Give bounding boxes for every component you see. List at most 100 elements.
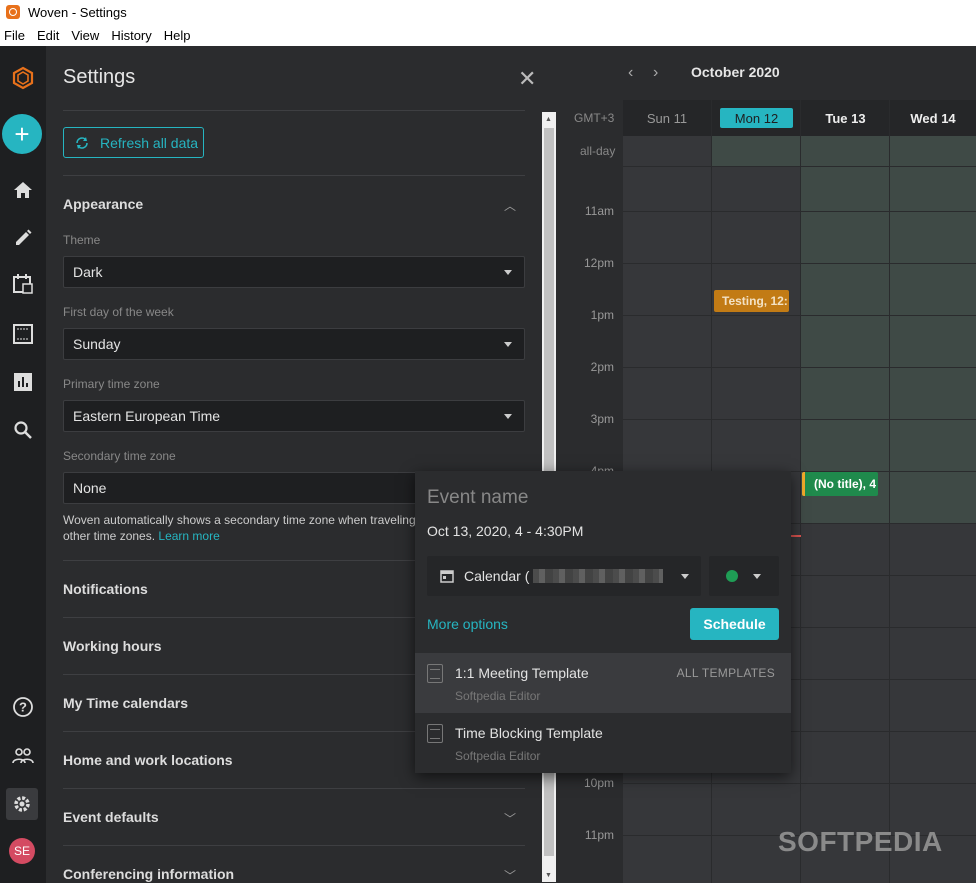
color-select[interactable] xyxy=(709,556,779,596)
conferencing-section[interactable]: Conferencing information xyxy=(63,866,234,882)
learn-more-link[interactable]: Learn more xyxy=(158,529,219,543)
pencil-icon[interactable] xyxy=(0,222,46,254)
quick-event-popup: Event name Oct 13, 2020, 4 - 4:30PM Cale… xyxy=(415,471,791,773)
help-text-line1: Woven automatically shows a secondary ti… xyxy=(63,513,416,527)
time-label: 11am xyxy=(584,204,614,218)
scroll-down-icon[interactable]: ▼ xyxy=(545,872,552,879)
secondary-tz-label: Secondary time zone xyxy=(63,449,176,463)
avatar[interactable]: SE xyxy=(9,838,35,864)
calendar-select-label: Calendar ( xyxy=(464,568,530,584)
allday-cell[interactable] xyxy=(712,136,800,166)
time-label: 11pm xyxy=(584,828,614,842)
gear-icon[interactable] xyxy=(6,788,38,820)
divider xyxy=(63,845,525,846)
notifications-section[interactable]: Notifications xyxy=(63,581,148,597)
primary-tz-value: Eastern European Time xyxy=(73,408,221,424)
template-item[interactable]: 1:1 Meeting Template Softpedia Editor AL… xyxy=(415,653,791,713)
gridline xyxy=(889,100,890,883)
calendar-icon xyxy=(440,570,454,583)
time-label: 1pm xyxy=(590,308,614,322)
menu-bar: File Edit View History Help xyxy=(0,24,976,46)
first-day-label: First day of the week xyxy=(63,305,174,319)
divider xyxy=(63,788,525,789)
home-icon[interactable] xyxy=(0,174,46,206)
help-icon[interactable]: ? xyxy=(0,691,46,723)
event-date[interactable]: Oct 13, 2020, 4 - 4:30PM xyxy=(427,523,583,539)
next-week-icon[interactable]: › xyxy=(653,64,658,82)
day-header-sun[interactable]: Sun 11 xyxy=(634,108,700,128)
gridline xyxy=(800,100,801,883)
theme-select[interactable]: Dark xyxy=(63,256,525,288)
analytics-icon[interactable] xyxy=(0,366,46,398)
theme-label: Theme xyxy=(63,233,101,247)
caret-down-icon xyxy=(504,414,512,419)
day-num: 13 xyxy=(851,110,866,126)
home-work-locations-section[interactable]: Home and work locations xyxy=(63,752,233,768)
add-icon[interactable]: + xyxy=(2,114,42,154)
template-icon[interactable] xyxy=(0,318,46,350)
caret-down-icon xyxy=(504,270,512,275)
svg-text:?: ? xyxy=(19,700,27,715)
time-label: 3pm xyxy=(590,412,614,426)
working-hours-section[interactable]: Working hours xyxy=(63,638,162,654)
refresh-all-data-button[interactable]: Refresh all data xyxy=(63,127,204,158)
template-title: Time Blocking Template xyxy=(455,725,603,741)
title-bar: Woven - Settings xyxy=(0,0,976,24)
day-column xyxy=(712,166,800,523)
primary-tz-select[interactable]: Eastern European Time xyxy=(63,400,525,432)
template-item[interactable]: Time Blocking Template Softpedia Editor xyxy=(415,713,791,773)
redacted-calendar-name xyxy=(533,569,664,583)
event-name-input[interactable]: Event name xyxy=(427,487,528,509)
secondary-tz-help: Woven automatically shows a secondary ti… xyxy=(63,512,423,544)
settings-title: Settings xyxy=(63,66,136,88)
scroll-up-icon[interactable]: ▲ xyxy=(545,116,552,123)
day-dow: Tue xyxy=(825,110,848,126)
chevron-down-icon[interactable]: ﹀ xyxy=(504,867,516,883)
event-no-title[interactable]: (No title), 4 xyxy=(802,472,878,496)
people-icon[interactable] xyxy=(0,740,46,772)
refresh-icon xyxy=(76,136,88,149)
appearance-section-title[interactable]: Appearance xyxy=(63,196,143,212)
day-header-tue[interactable]: Tue 13 xyxy=(808,108,883,128)
menu-file[interactable]: File xyxy=(4,28,25,43)
search-icon[interactable] xyxy=(0,414,46,446)
event-testing[interactable]: Testing, 12: xyxy=(714,290,789,312)
menu-edit[interactable]: Edit xyxy=(37,28,59,43)
divider xyxy=(63,110,525,111)
color-dot xyxy=(726,570,738,582)
day-num: 12 xyxy=(763,110,779,126)
day-dow: Mon xyxy=(734,110,761,126)
my-time-calendars-section[interactable]: My Time calendars xyxy=(63,695,188,711)
calendar-select[interactable]: Calendar ( xyxy=(427,556,701,596)
help-text-line2: other time zones. xyxy=(63,529,156,543)
all-templates-link[interactable]: ALL TEMPLATES xyxy=(677,666,775,680)
schedule-button[interactable]: Schedule xyxy=(690,608,779,640)
left-rail: + ? SE xyxy=(0,46,46,883)
calendar-month: October 2020 xyxy=(691,64,780,80)
watermark: SOFTPEDIA xyxy=(778,826,943,857)
day-num: 11 xyxy=(673,110,688,126)
more-options-link[interactable]: More options xyxy=(427,616,508,632)
caret-down-icon xyxy=(504,342,512,347)
close-icon[interactable]: ✕ xyxy=(518,66,536,92)
template-icon xyxy=(427,664,443,683)
menu-help[interactable]: Help xyxy=(164,28,191,43)
chevron-up-icon[interactable]: ︿ xyxy=(504,197,516,214)
time-label: 2pm xyxy=(590,360,614,374)
day-header-wed[interactable]: Wed 14 xyxy=(898,108,968,128)
calendar-add-icon[interactable] xyxy=(0,268,46,300)
event-defaults-section[interactable]: Event defaults xyxy=(63,809,159,825)
time-label: 10pm xyxy=(583,776,614,790)
menu-view[interactable]: View xyxy=(71,28,99,43)
menu-history[interactable]: History xyxy=(111,28,151,43)
day-dow: Wed xyxy=(910,110,938,126)
day-header-mon[interactable]: Mon 12 xyxy=(720,108,793,128)
first-day-value: Sunday xyxy=(73,336,121,352)
allday-label: all-day xyxy=(580,144,616,158)
first-day-select[interactable]: Sunday xyxy=(63,328,525,360)
chevron-down-icon[interactable]: ﹀ xyxy=(504,810,516,827)
timezone-label: GMT+3 xyxy=(574,111,615,125)
woven-logo-icon[interactable] xyxy=(0,62,46,94)
prev-week-icon[interactable]: ‹ xyxy=(628,64,633,82)
window-title: Woven - Settings xyxy=(28,4,127,20)
